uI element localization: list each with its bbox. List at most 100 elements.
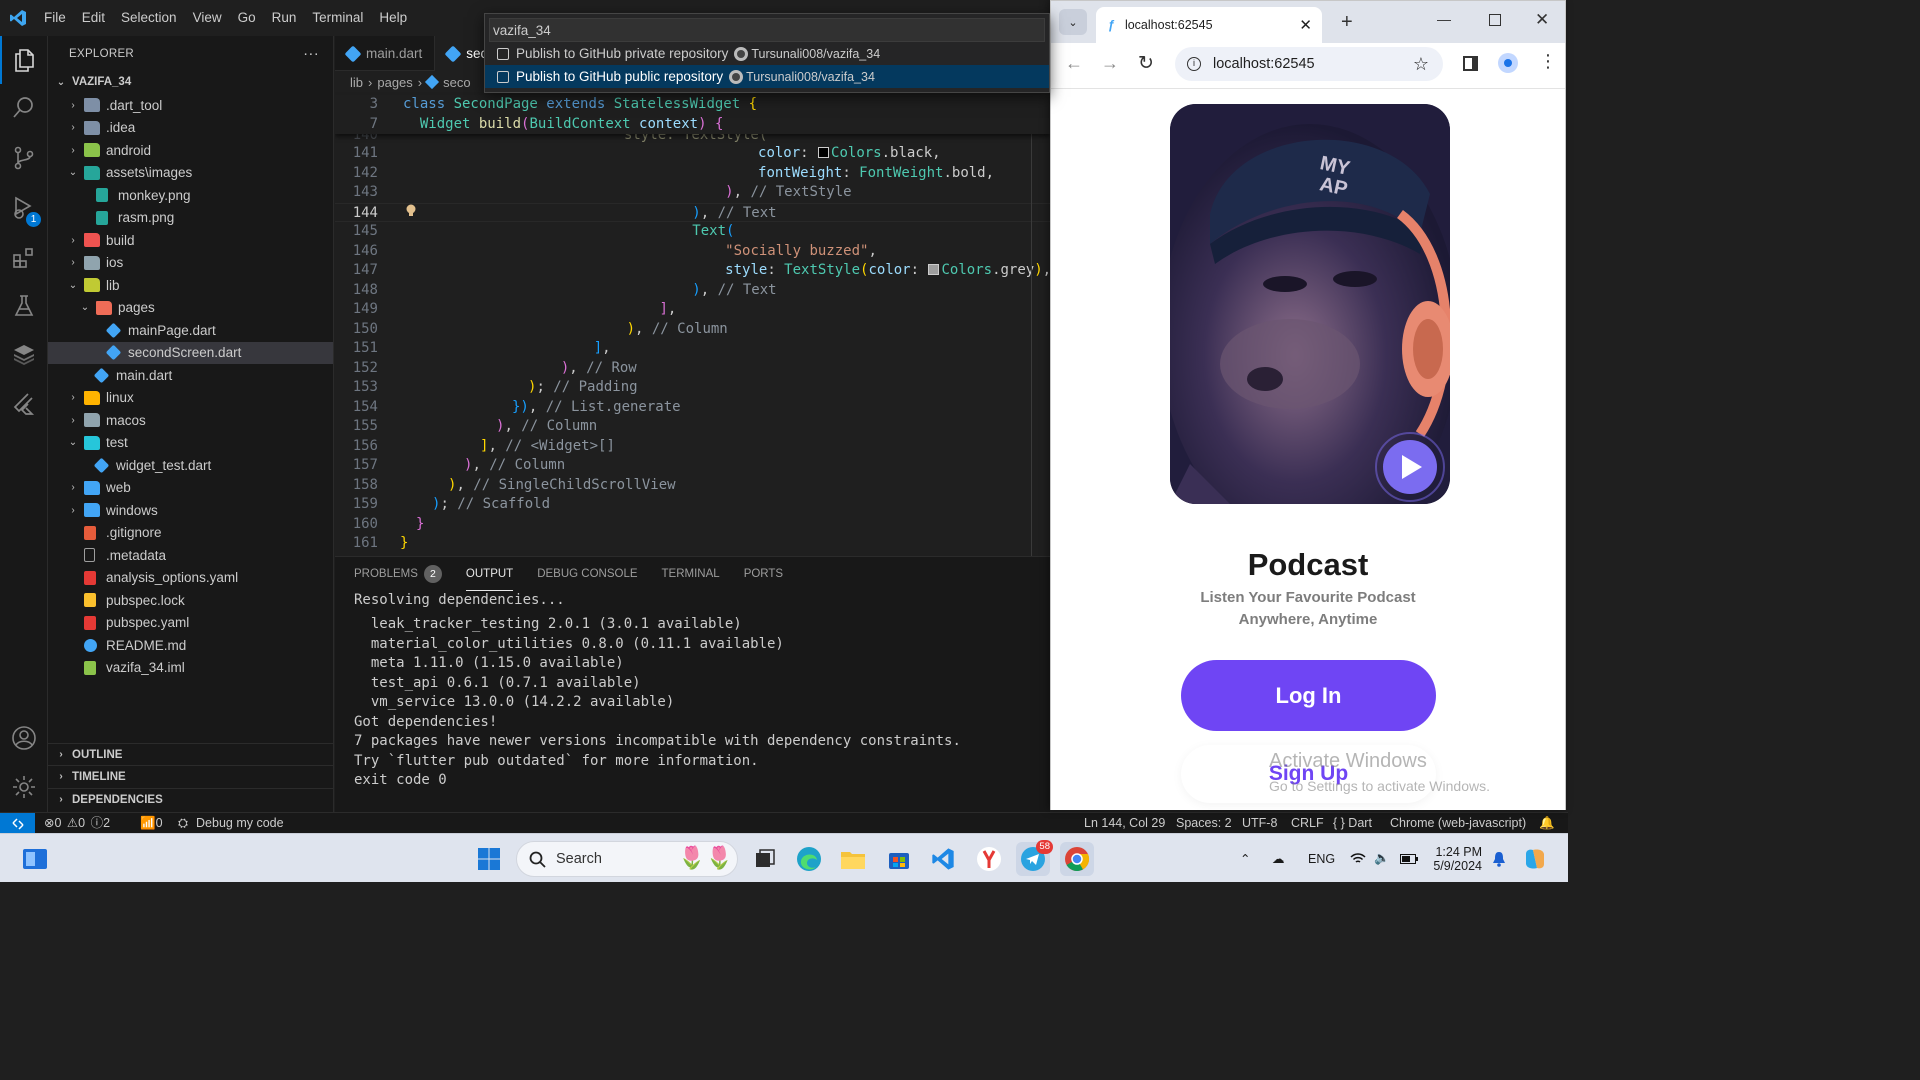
tree-item[interactable]: › build: [48, 229, 333, 252]
language-mode[interactable]: { } Dart: [1333, 813, 1372, 834]
tree-item[interactable]: ⌄ lib: [48, 274, 333, 297]
project-folder-header[interactable]: ⌄ VAZIFA_34: [48, 71, 333, 93]
browser-menu-icon[interactable]: ⋮: [1539, 51, 1557, 72]
panel-tab-output[interactable]: OUTPUT: [465, 557, 514, 591]
indentation[interactable]: Spaces: 2: [1176, 813, 1232, 834]
encoding[interactable]: UTF-8: [1242, 813, 1277, 834]
color-swatch[interactable]: [818, 147, 830, 158]
account-icon[interactable]: [0, 714, 48, 762]
flutter-icon[interactable]: [0, 380, 48, 428]
notifications-bell-icon[interactable]: 🔔: [1539, 813, 1555, 834]
debug-status[interactable]: ⛭ Debug my code: [178, 813, 284, 834]
command-palette-input[interactable]: [489, 18, 1045, 42]
tree-item[interactable]: main.dart: [48, 364, 333, 387]
testing-icon[interactable]: [0, 282, 48, 330]
device-selector[interactable]: Chrome (web-javascript): [1390, 813, 1526, 834]
problems-status[interactable]: ⊗0 ⚠0 ⓘ2: [44, 813, 110, 834]
tree-item[interactable]: ⌄ test: [48, 432, 333, 455]
microsoft-store-icon[interactable]: [882, 842, 916, 876]
palette-item[interactable]: Publish to GitHub public repository Tursu…: [485, 65, 1049, 88]
tree-item[interactable]: .gitignore: [48, 522, 333, 545]
menu-selection[interactable]: Selection: [113, 0, 185, 36]
breadcrumb-item[interactable]: seco: [443, 75, 470, 90]
site-info-icon[interactable]: i: [1187, 57, 1201, 71]
tree-item[interactable]: monkey.png: [48, 184, 333, 207]
cursor-position[interactable]: Ln 144, Col 29: [1084, 813, 1165, 834]
vscode-taskbar-icon[interactable]: [926, 842, 960, 876]
taskbar-search[interactable]: Search 🌷🌷: [516, 841, 738, 877]
file-explorer-icon[interactable]: [836, 842, 870, 876]
menu-file[interactable]: File: [36, 0, 74, 36]
tree-item[interactable]: ⌄ assets\images: [48, 162, 333, 185]
bookmark-star-icon[interactable]: ☆: [1413, 54, 1429, 75]
clock[interactable]: 1:24 PM 5/9/2024: [1430, 834, 1482, 883]
settings-gear-icon[interactable]: [0, 763, 48, 811]
chrome-taskbar-icon[interactable]: [1060, 842, 1094, 876]
notification-bell-icon[interactable]: [1492, 834, 1506, 883]
task-view-icon[interactable]: [748, 842, 782, 876]
tree-item[interactable]: rasm.png: [48, 207, 333, 230]
menu-view[interactable]: View: [185, 0, 230, 36]
code-editor[interactable]: main.dart seco lib › pages › seco 3 class…: [335, 36, 1050, 556]
run-debug-icon[interactable]: 1: [0, 184, 48, 232]
timeline-section[interactable]: › TIMELINE: [48, 765, 333, 787]
sticky-line[interactable]: 7 Widget build(BuildContext context) {: [335, 115, 1050, 135]
panel-tab-ports[interactable]: PORTS: [744, 557, 783, 591]
tab-search-dropdown-icon[interactable]: ⌄: [1059, 9, 1087, 35]
more-actions-icon[interactable]: ···: [303, 45, 319, 62]
close-tab-icon[interactable]: ✕: [1299, 16, 1312, 34]
dependencies-section[interactable]: › DEPENDENCIES: [48, 788, 333, 810]
output-log[interactable]: leak_tracker_testing 2.0.1 (3.0.1 availa…: [335, 615, 1050, 812]
reload-icon[interactable]: ↻: [1138, 52, 1154, 75]
tree-item[interactable]: README.md: [48, 634, 333, 657]
tree-item[interactable]: › web: [48, 477, 333, 500]
task-view-widget-icon[interactable]: [18, 842, 52, 876]
back-icon[interactable]: ←: [1065, 53, 1083, 74]
browser-tab[interactable]: ƒ localhost:62545 ✕: [1096, 7, 1322, 43]
palette-item[interactable]: Publish to GitHub private repository Turs…: [485, 42, 1049, 65]
battery-icon[interactable]: [1400, 834, 1418, 883]
network-cloud-icon[interactable]: ☁: [1272, 834, 1285, 883]
breadcrumb-item[interactable]: pages: [377, 75, 412, 90]
telegram-icon[interactable]: 58: [1016, 840, 1053, 876]
profile-avatar-icon[interactable]: [1498, 53, 1518, 73]
tree-item[interactable]: vazifa_34.iml: [48, 657, 333, 680]
tree-item[interactable]: › linux: [48, 387, 333, 410]
tree-item[interactable]: analysis_options.yaml: [48, 567, 333, 590]
edge-icon[interactable]: [792, 842, 826, 876]
panel-tab-debug-console[interactable]: DEBUG CONSOLE: [537, 557, 637, 591]
sticky-line[interactable]: 3 class SecondPage extends StatelessWidge…: [335, 95, 1050, 115]
menu-run[interactable]: Run: [264, 0, 305, 36]
remote-indicator-icon[interactable]: [0, 813, 35, 834]
tree-item[interactable]: › .dart_tool: [48, 94, 333, 117]
tree-item[interactable]: › windows: [48, 499, 333, 522]
volume-icon[interactable]: 🔈: [1374, 834, 1390, 883]
tree-item[interactable]: › ios: [48, 252, 333, 275]
source-control-icon[interactable]: [0, 134, 48, 182]
show-hidden-icons[interactable]: ⌃: [1240, 834, 1250, 883]
tree-item[interactable]: › macos: [48, 409, 333, 432]
tree-item[interactable]: ⌄ pages: [48, 297, 333, 320]
explorer-icon[interactable]: [0, 36, 48, 84]
lightbulb-icon[interactable]: [406, 204, 416, 216]
line-ending[interactable]: CRLF: [1291, 813, 1324, 834]
maximize-icon[interactable]: [1489, 14, 1501, 26]
extensions-icon[interactable]: [0, 234, 48, 282]
input-language[interactable]: ENG: [1308, 834, 1335, 883]
menu-terminal[interactable]: Terminal: [304, 0, 371, 36]
copilot-icon[interactable]: [1522, 834, 1548, 883]
tree-item[interactable]: pubspec.lock: [48, 589, 333, 612]
tree-item[interactable]: › .idea: [48, 117, 333, 140]
close-window-icon[interactable]: ✕: [1535, 10, 1549, 30]
address-bar[interactable]: i localhost:62545 ☆: [1175, 47, 1443, 81]
tree-item[interactable]: widget_test.dart: [48, 454, 333, 477]
tab-main-dart[interactable]: main.dart: [335, 36, 436, 71]
yandex-browser-icon[interactable]: [972, 842, 1006, 876]
side-panel-icon[interactable]: [1463, 56, 1478, 71]
ports-status[interactable]: 📶0: [140, 813, 163, 834]
start-windows-icon[interactable]: [472, 842, 506, 876]
minimize-icon[interactable]: —: [1437, 11, 1451, 27]
tree-item[interactable]: .metadata: [48, 544, 333, 567]
tree-item[interactable]: pubspec.yaml: [48, 612, 333, 635]
tree-item[interactable]: secondScreen.dart: [48, 341, 333, 364]
